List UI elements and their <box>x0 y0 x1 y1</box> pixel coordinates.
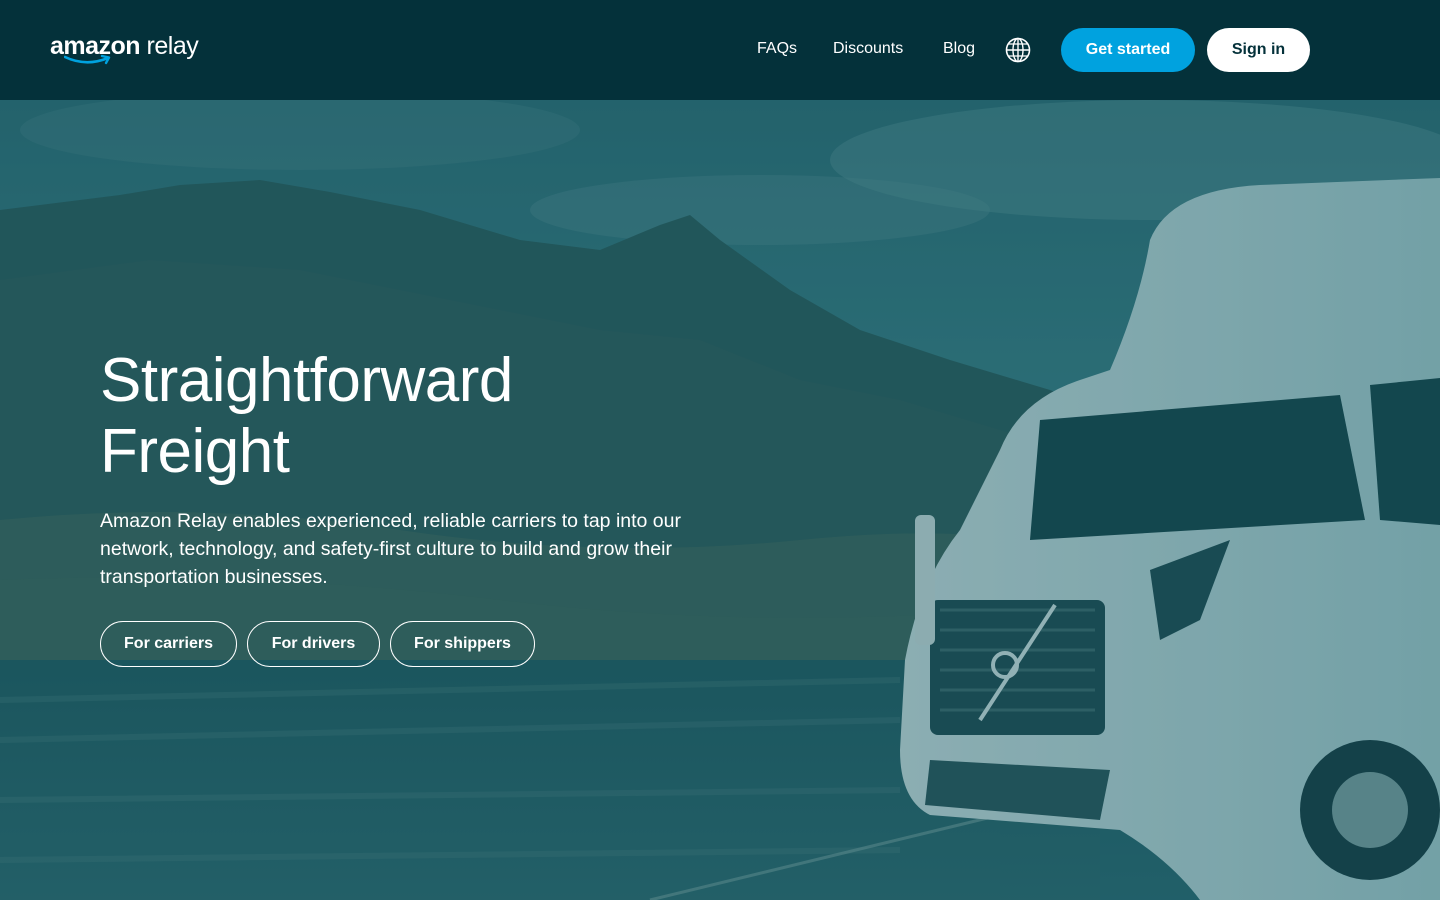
site-header: amazon relay FAQs Discounts Blog Get sta… <box>0 0 1440 100</box>
amazon-smile-icon <box>64 54 111 65</box>
for-shippers-button[interactable]: For shippers <box>390 621 535 667</box>
hero-title-line-2: Freight <box>100 417 290 486</box>
hero-title: Straightforward Freight <box>100 345 700 487</box>
for-drivers-button[interactable]: For drivers <box>247 621 380 667</box>
hero-background-image <box>0 100 1440 900</box>
hero-title-line-1: Straightforward <box>100 346 513 415</box>
hero-section: Straightforward Freight Amazon Relay ena… <box>0 100 1440 900</box>
nav-faqs[interactable]: FAQs <box>757 40 797 58</box>
page: amazon relay FAQs Discounts Blog Get sta… <box>0 0 1440 900</box>
amazon-relay-logo[interactable]: amazon relay <box>50 32 210 72</box>
globe-icon[interactable] <box>1005 37 1031 63</box>
for-carriers-button[interactable]: For carriers <box>100 621 237 667</box>
nav-blog[interactable]: Blog <box>943 40 975 58</box>
nav-discounts[interactable]: Discounts <box>833 40 903 58</box>
sign-in-button[interactable]: Sign in <box>1207 28 1310 72</box>
get-started-button[interactable]: Get started <box>1061 28 1195 72</box>
hero-description: Amazon Relay enables experienced, reliab… <box>100 510 681 588</box>
